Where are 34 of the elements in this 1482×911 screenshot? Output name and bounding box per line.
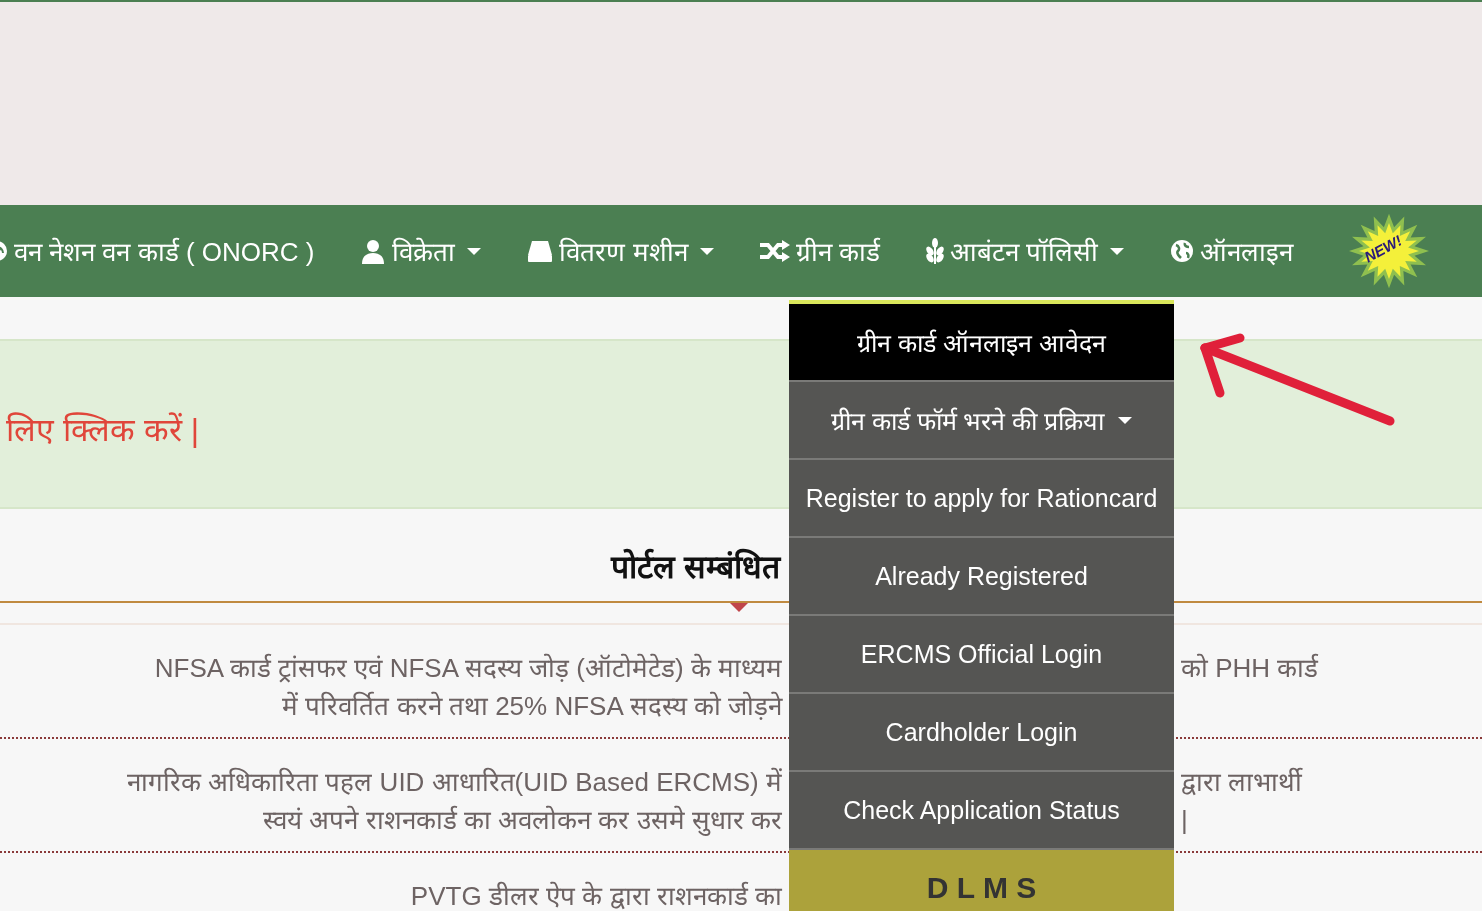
pointer-mark <box>730 603 748 612</box>
info-text: PVTG डीलर ऐप के द्वारा राशनकार्ड का <box>410 880 782 911</box>
user-icon <box>360 238 387 264</box>
nav-link[interactable]: आबंटन पॉलिसी <box>925 233 1125 269</box>
nav-link[interactable]: विक्रेता <box>360 233 482 269</box>
info-text: द्वारा लाभार्थी <box>1181 766 1303 798</box>
menu-item[interactable]: Check Application Status <box>789 772 1174 850</box>
info-text: NFSA कार्ड ट्रांसफर एवं NFSA सदस्य जोड़ (ऑटोमेटेड) के माध्यम <box>154 652 782 684</box>
notice-link[interactable]: लिए क्लिक करें | <box>6 406 199 450</box>
info-text: | <box>1181 804 1188 836</box>
menu-item[interactable]: ग्रीन कार्ड ऑनलाइन आवेदन <box>789 304 1174 382</box>
globe-icon <box>1170 239 1195 263</box>
section-heading: पोर्टल सम्बंधित <box>611 547 780 587</box>
nav-label: विक्रेता <box>392 236 456 269</box>
nav-label: वितरण मशीन <box>559 236 688 269</box>
nav-label: ऑनलाइन <box>1200 236 1294 269</box>
nav-label: आबंटन पॉलिसी <box>949 236 1099 269</box>
menu-item[interactable]: ERCMS Official Login <box>789 616 1174 694</box>
menu-item[interactable]: Register to apply for Rationcard <box>789 460 1174 538</box>
menu-item[interactable]: Already Registered <box>789 538 1174 616</box>
hard-drive-icon <box>527 239 554 263</box>
plant-icon <box>925 238 944 264</box>
nav-link[interactable]: ऑनलाइन <box>1170 233 1294 269</box>
menu-item[interactable]: Cardholder Login <box>789 694 1174 772</box>
info-text: स्वयं अपने राशनकार्ड का अवलोकन कर उसमे सुधार कर <box>263 804 782 836</box>
nav-link[interactable]: ग्रीन कार्ड <box>759 233 880 269</box>
info-text: नागरिक अधिकारिता पहल UID आधारित(UID Based ERCMS) में <box>126 766 782 798</box>
info-text: को PHH कार्ड <box>1181 652 1319 684</box>
info-text: में परिवर्तित करने तथा 25% NFSA सदस्य को जोड़ने <box>282 690 782 722</box>
nav-label: ग्रीन कार्ड <box>795 236 880 269</box>
shuffle-icon <box>759 240 790 262</box>
nav-link[interactable]: वितरण मशीन <box>527 233 714 269</box>
dlms-link[interactable]: D L M S <box>789 850 1174 911</box>
menu-item[interactable]: ग्रीन कार्ड फॉर्म भरने की प्रक्रिया <box>789 382 1174 460</box>
